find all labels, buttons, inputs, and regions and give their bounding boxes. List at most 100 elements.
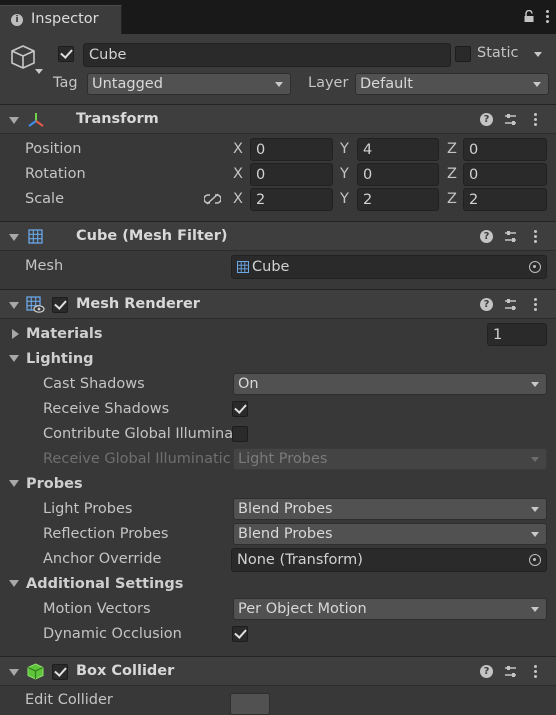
reflection-probes-dropdown[interactable]: Blend Probes [233,523,547,545]
layer-dropdown[interactable]: Default [355,73,549,95]
box-collider-header[interactable]: Box Collider ? [0,656,556,686]
axis-z-label: Z [447,141,457,157]
receive-gi-dropdown: Light Probes [233,448,547,470]
object-picker-icon[interactable] [529,554,541,566]
axis-x-label: X [233,141,243,157]
tag-value: Untagged [92,76,163,92]
object-name-field[interactable]: Cube [83,43,451,67]
layer-label: Layer [308,75,349,91]
rotation-x-field[interactable]: 0 [250,163,333,186]
object-name-value: Cube [89,47,127,63]
position-label: Position [25,141,82,157]
transform-title: Transform [76,111,159,127]
component-menu-icon[interactable] [534,665,538,679]
probes-label[interactable]: Probes [26,476,83,492]
tab-inspector-label: Inspector [31,11,99,27]
foldout-down-icon[interactable] [9,669,19,676]
foldout-down-icon[interactable] [9,234,19,241]
mesh-asset-icon [237,261,249,273]
foldout-down-icon[interactable] [9,580,19,587]
static-dropdown-arrow[interactable] [534,52,542,57]
presets-icon[interactable] [504,230,517,243]
component-menu-icon[interactable] [534,113,538,127]
scale-z-value: 2 [469,192,479,208]
tab-menu-icon[interactable] [546,10,550,24]
mesh-renderer-header[interactable]: Mesh Renderer ? [0,289,556,319]
rotation-x-value: 0 [256,167,266,183]
materials-count-field[interactable]: 1 [487,323,547,346]
mesh-filter-header[interactable]: Cube (Mesh Filter) ? [0,221,556,251]
scale-y-field[interactable]: 2 [357,188,439,211]
rotation-y-field[interactable]: 0 [357,163,439,186]
foldout-down-icon[interactable] [9,355,19,362]
position-z-value: 0 [469,142,479,158]
position-y-value: 4 [363,142,373,158]
help-icon[interactable]: ? [480,230,493,243]
lock-icon[interactable] [523,10,535,22]
mesh-label: Mesh [25,258,64,274]
presets-icon[interactable] [504,665,517,678]
mesh-renderer-icon [26,296,45,313]
transform-header[interactable]: Transform ? [0,104,556,134]
light-probes-label: Light Probes [43,501,133,517]
foldout-down-icon[interactable] [9,480,19,487]
mesh-filter-icon [28,229,43,244]
scale-x-field[interactable]: 2 [250,188,333,211]
rotation-z-field[interactable]: 0 [463,163,547,186]
help-icon[interactable]: ? [480,298,493,311]
box-collider-enabled-checkbox[interactable] [52,664,68,680]
edit-collider-button[interactable] [230,693,270,715]
object-picker-icon[interactable] [529,261,541,273]
axis-y-label: Y [340,191,349,207]
additional-settings-label[interactable]: Additional Settings [26,576,183,592]
dynamic-occlusion-checkbox[interactable] [232,626,248,642]
anchor-override-field[interactable]: None (Transform) [231,548,547,572]
cast-shadows-dropdown[interactable]: On [233,373,547,395]
help-icon[interactable]: ? [480,113,493,126]
static-checkbox[interactable] [455,46,471,62]
info-icon: i [11,14,23,26]
active-checkbox[interactable] [58,46,74,62]
anchor-override-value: None (Transform) [237,552,363,568]
help-icon[interactable]: ? [480,665,493,678]
cast-shadows-label: Cast Shadows [43,376,145,392]
scale-y-value: 2 [363,192,373,208]
receive-shadows-checkbox[interactable] [232,401,248,417]
motion-vectors-dropdown[interactable]: Per Object Motion [233,598,547,620]
presets-icon[interactable] [504,113,517,126]
transform-axes-icon [28,113,44,127]
axis-y-label: Y [340,166,349,182]
presets-icon[interactable] [504,298,517,311]
tag-dropdown[interactable]: Untagged [87,73,291,95]
lighting-label[interactable]: Lighting [26,351,94,367]
light-probes-dropdown[interactable]: Blend Probes [233,498,547,520]
component-menu-icon[interactable] [534,230,538,244]
mesh-renderer-enabled-checkbox[interactable] [52,297,68,313]
layer-value: Default [360,76,413,92]
contribute-gi-checkbox[interactable] [232,426,248,442]
position-z-field[interactable]: 0 [463,138,547,161]
tab-inspector[interactable]: i Inspector [0,5,122,34]
reflection-probes-value: Blend Probes [238,526,333,542]
rotation-y-value: 0 [363,167,373,183]
materials-label[interactable]: Materials [26,326,103,342]
foldout-right-icon[interactable] [12,329,19,339]
axis-z-label: Z [447,166,457,182]
scale-x-value: 2 [256,192,266,208]
reflection-probes-label: Reflection Probes [43,526,169,542]
mesh-filter-title: Cube (Mesh Filter) [76,228,228,244]
axis-y-label: Y [340,141,349,157]
receive-shadows-label: Receive Shadows [43,401,170,417]
foldout-down-icon[interactable] [9,302,19,309]
position-x-field[interactable]: 0 [250,138,333,161]
foldout-down-icon[interactable] [9,117,19,124]
motion-vectors-label: Motion Vectors [43,601,151,617]
component-menu-icon[interactable] [534,298,538,312]
mesh-object-field[interactable]: Cube [231,255,547,279]
icon-dropdown-arrow[interactable] [35,69,43,74]
materials-count-value: 1 [493,327,503,343]
scale-z-field[interactable]: 2 [463,188,547,211]
unlinked-scale-icon[interactable] [204,193,221,205]
position-y-field[interactable]: 4 [357,138,439,161]
mesh-value: Cube [252,259,290,275]
